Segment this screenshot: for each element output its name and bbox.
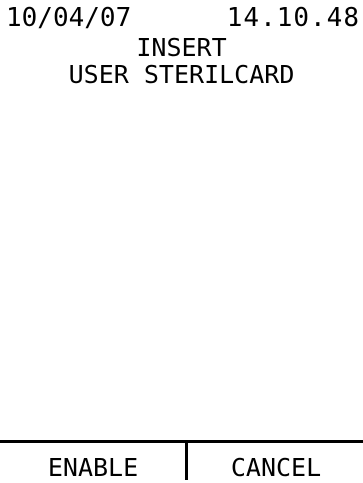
time-readout: 14.10.48 [226,3,360,33]
status-bar: 10/04/07 14.10.48 [0,0,363,36]
cancel-button[interactable]: CANCEL [189,443,363,482]
date-readout: 10/04/07 [6,3,132,33]
prompt-message: INSERT USER STERILCARD [0,34,363,88]
enable-button-label: ENABLE [47,452,139,482]
prompt-line-1: INSERT [136,33,227,62]
softkey-divider [185,443,188,480]
prompt-line-2: USER STERILCARD [68,60,295,89]
device-display: 10/04/07 14.10.48 INSERT USER STERILCARD… [0,0,363,482]
softkey-bar: ENABLE CANCEL [0,440,363,482]
enable-button[interactable]: ENABLE [0,443,186,482]
cancel-button-label: CANCEL [230,452,322,482]
